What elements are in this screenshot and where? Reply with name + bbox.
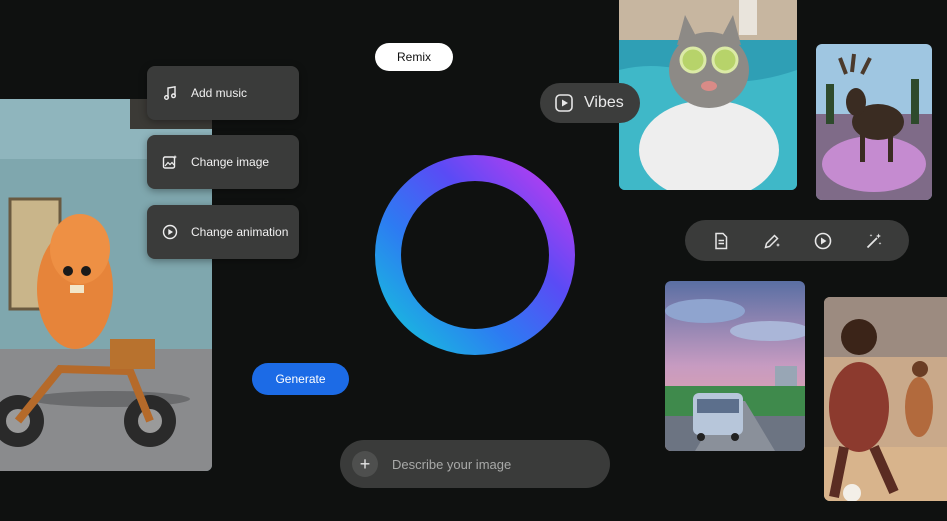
vibes-chip[interactable]: Vibes [540,83,640,123]
menu-item-add-music[interactable]: Add music [147,66,299,120]
menu-item-label: Add music [191,86,248,100]
music-note-icon [161,84,179,102]
document-icon[interactable] [710,230,732,252]
photo-soccer-players [824,297,947,501]
pencil-sparkle-icon[interactable] [761,230,783,252]
magic-wand-icon[interactable] [863,230,885,252]
menu-item-change-image[interactable]: Change image [147,135,299,189]
edit-toolbar [685,220,909,261]
play-square-icon [555,94,573,112]
menu-item-change-animation[interactable]: Change animation [147,205,299,259]
image-edit-icon [161,153,179,171]
menu-item-label: Change image [191,155,270,169]
generate-button[interactable]: Generate [252,363,349,395]
play-circle-icon[interactable] [812,230,834,252]
photo-anime-van [665,281,805,451]
photo-cat-robe [619,0,797,190]
vibes-label: Vibes [584,94,624,111]
menu-item-label: Change animation [191,225,289,239]
loading-ring [375,155,575,355]
remix-button[interactable]: Remix [375,43,453,71]
play-circle-icon [161,223,179,241]
describe-image-input[interactable] [390,455,584,473]
plus-icon[interactable]: + [352,451,378,477]
prompt-bar: + [340,440,610,488]
photo-moose [816,44,932,200]
